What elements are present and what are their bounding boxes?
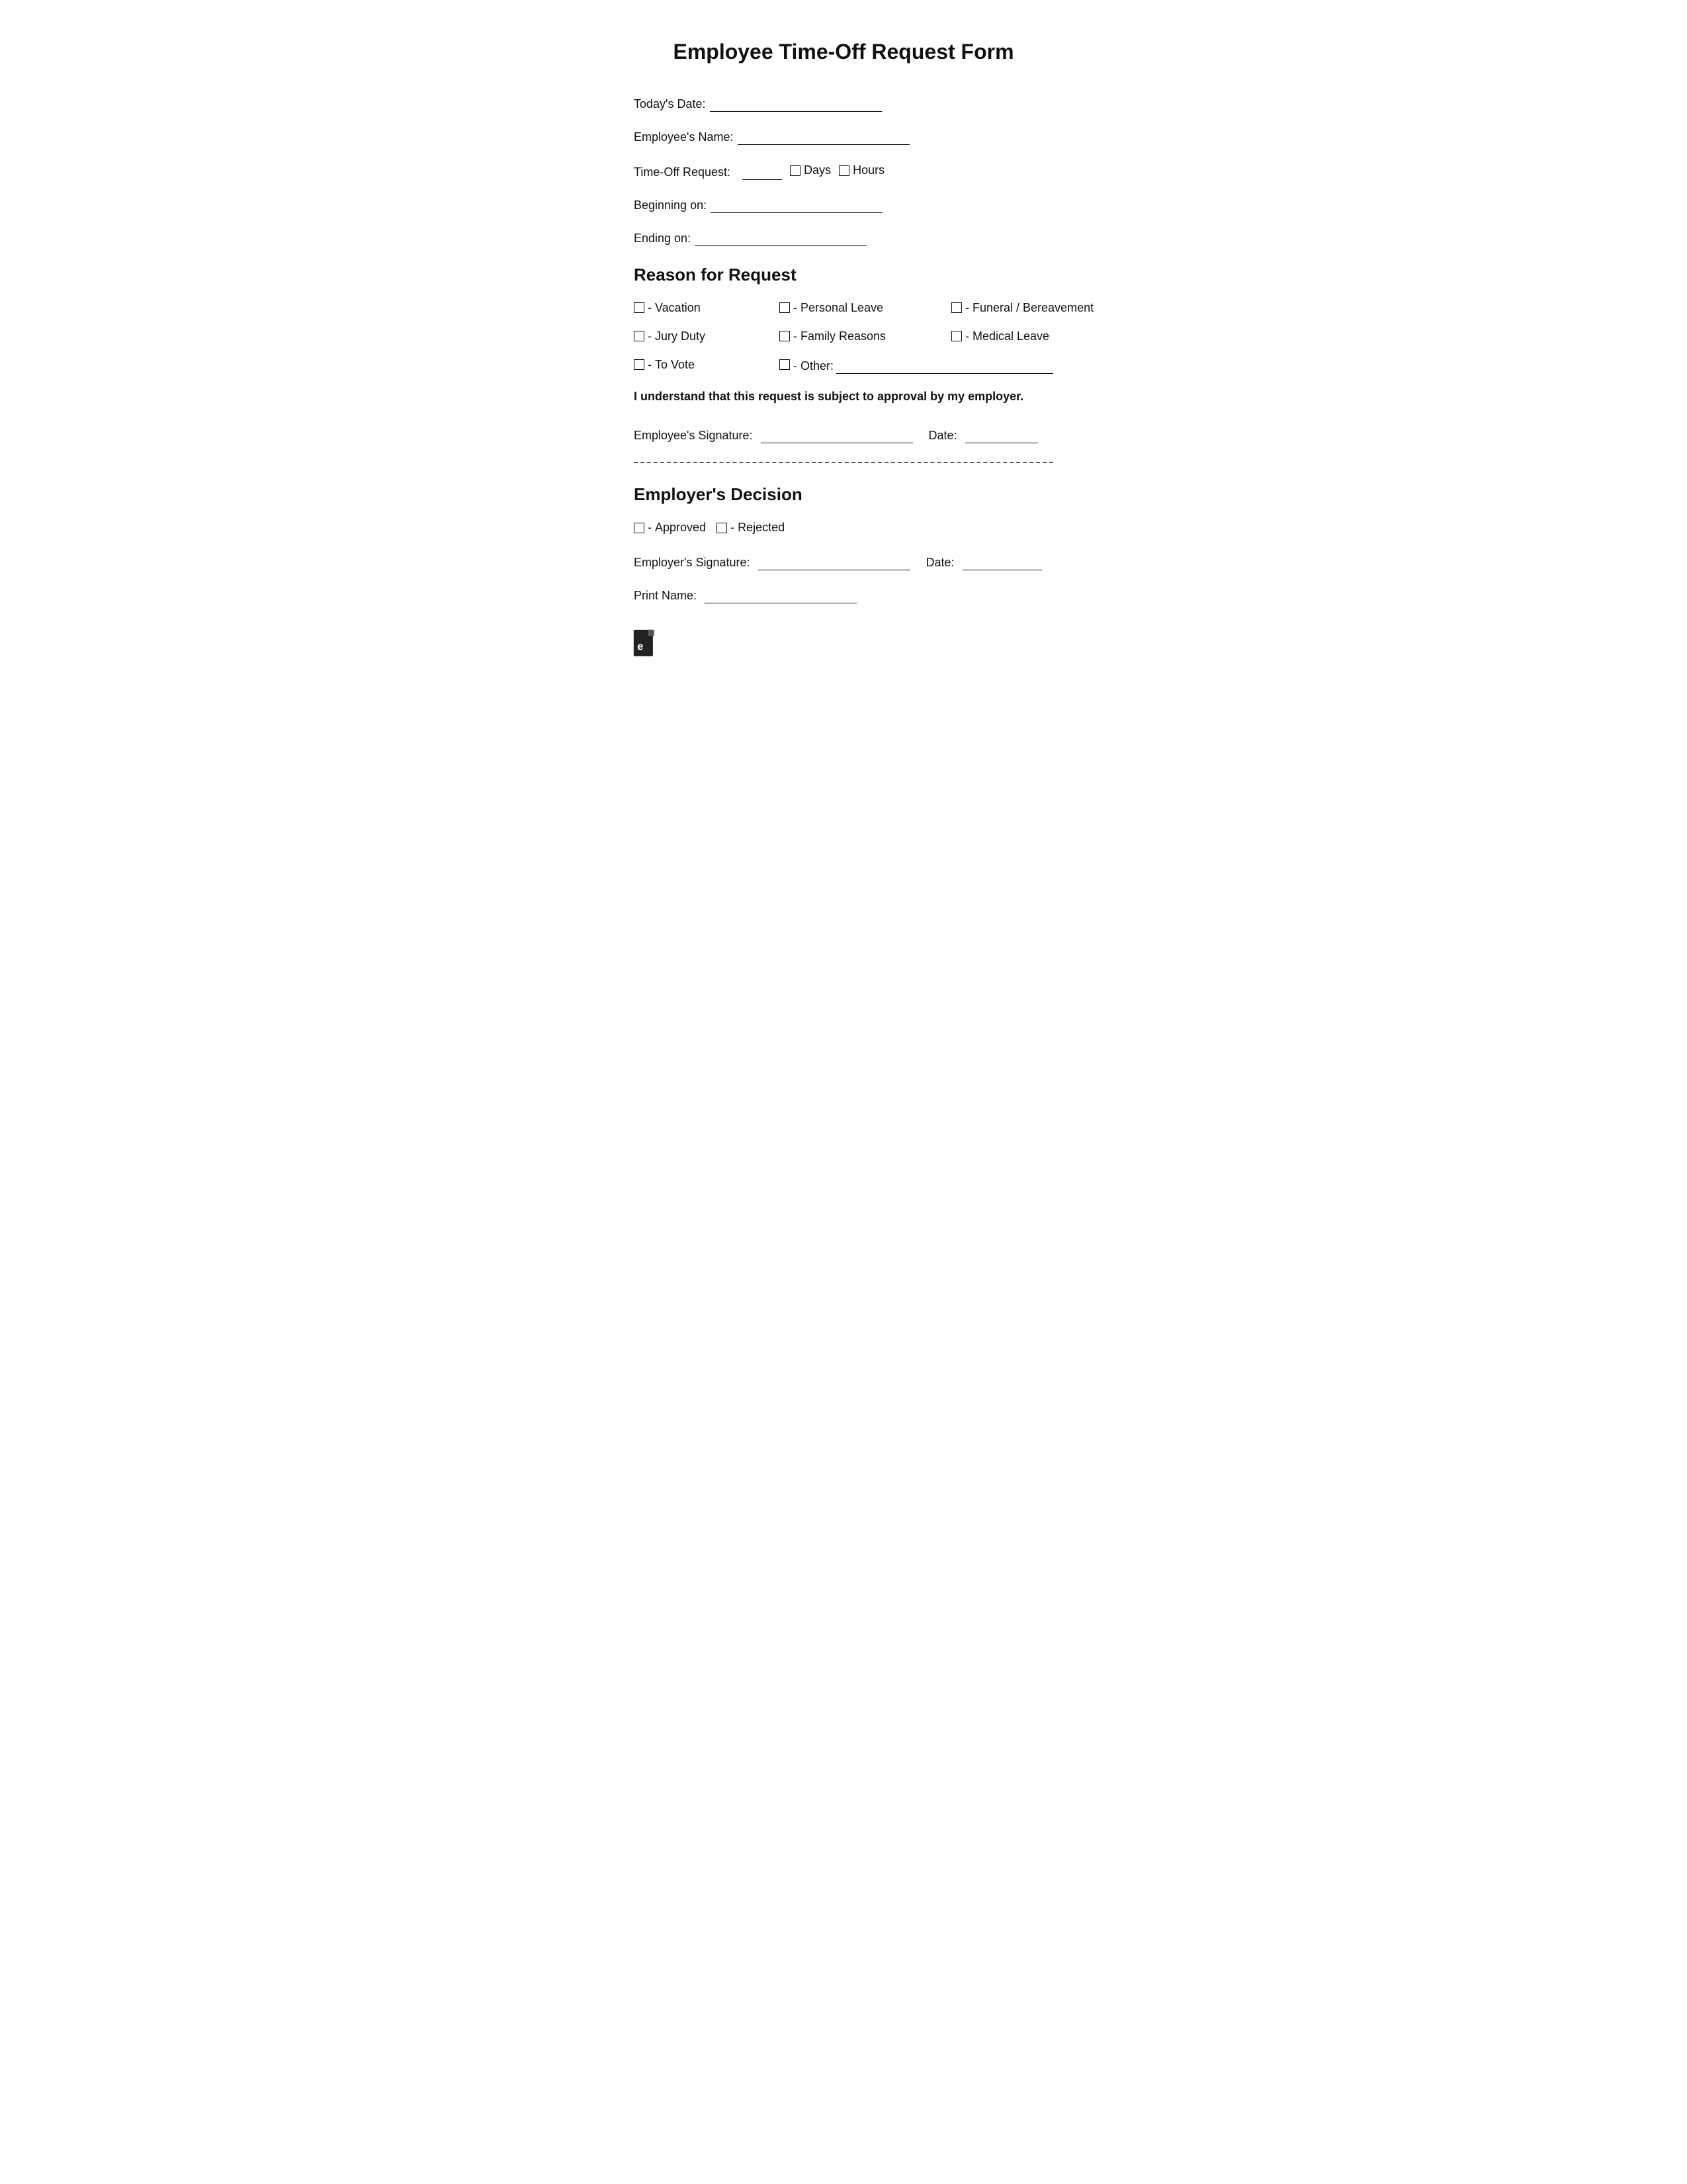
print-name-label: Print Name: xyxy=(634,589,697,603)
vacation-dash: - xyxy=(648,301,652,315)
ending-on-field: Ending on: xyxy=(634,232,1053,246)
medical-leave-checkbox[interactable] xyxy=(951,331,962,341)
medical-leave-item: - Medical Leave xyxy=(951,329,1123,343)
employee-sig-input[interactable] xyxy=(761,429,913,443)
print-name-row: Print Name: xyxy=(634,589,1053,603)
to-vote-dash: - xyxy=(648,358,652,372)
page: Employee Time-Off Request Form Today's D… xyxy=(581,0,1106,681)
employee-sig-group: Employee's Signature: xyxy=(634,429,913,443)
funeral-dash: - xyxy=(965,301,969,315)
hours-label: Hours xyxy=(853,163,885,177)
svg-text:e: e xyxy=(637,641,643,653)
reason-row-2: - Jury Duty - Family Reasons - Medical L… xyxy=(634,329,1053,343)
employee-date-input[interactable] xyxy=(965,429,1038,443)
beginning-on-label: Beginning on: xyxy=(634,198,707,212)
beginning-on-input[interactable] xyxy=(711,198,883,213)
funeral-checkbox[interactable] xyxy=(951,302,962,313)
employee-signature-row: Employee's Signature: Date: xyxy=(634,429,1053,443)
employee-date-group: Date: xyxy=(929,429,1038,443)
print-name-input[interactable] xyxy=(705,589,857,603)
to-vote-checkbox[interactable] xyxy=(634,359,644,370)
timeoff-request-row: Time-Off Request: Days Hours xyxy=(634,163,1053,180)
rejected-dash: - xyxy=(730,521,734,535)
other-item: - Other: xyxy=(779,359,1053,374)
family-reasons-item: - Family Reasons xyxy=(779,329,951,343)
days-label: Days xyxy=(804,163,831,177)
todays-date-input[interactable] xyxy=(710,97,882,112)
hours-checkbox[interactable] xyxy=(839,165,849,176)
rejected-checkbox[interactable] xyxy=(716,523,727,533)
vacation-checkbox[interactable] xyxy=(634,302,644,313)
other-input[interactable] xyxy=(836,359,1053,374)
employer-date-input[interactable] xyxy=(963,556,1042,570)
personal-leave-item: - Personal Leave xyxy=(779,301,951,315)
todays-date-field: Today's Date: xyxy=(634,97,1053,112)
vacation-item: - Vacation xyxy=(634,301,779,315)
employer-decision-heading: Employer's Decision xyxy=(634,484,1053,505)
funeral-label: Funeral / Bereavement xyxy=(973,301,1094,315)
days-checkbox[interactable] xyxy=(790,165,800,176)
approved-checkbox-group[interactable]: - Approved xyxy=(634,521,706,535)
jury-duty-checkbox[interactable] xyxy=(634,331,644,341)
funeral-item: - Funeral / Bereavement xyxy=(951,301,1123,315)
personal-leave-label: Personal Leave xyxy=(800,301,883,315)
to-vote-label: To Vote xyxy=(655,358,695,372)
rejected-label: Rejected xyxy=(738,521,785,535)
jury-duty-label: Jury Duty xyxy=(655,329,705,343)
employer-date-group: Date: xyxy=(926,556,1042,570)
personal-leave-checkbox[interactable] xyxy=(779,302,790,313)
to-vote-item: - To Vote xyxy=(634,358,779,372)
ending-on-label: Ending on: xyxy=(634,232,691,245)
days-checkbox-group[interactable]: Days xyxy=(790,163,831,177)
family-reasons-dash: - xyxy=(793,329,797,343)
jury-duty-item: - Jury Duty xyxy=(634,329,779,343)
approved-label: Approved xyxy=(655,521,706,535)
personal-leave-dash: - xyxy=(793,301,797,315)
employer-sig-group: Employer's Signature: xyxy=(634,556,910,570)
employer-signature-row: Employer's Signature: Date: xyxy=(634,556,1053,570)
timeoff-amount-input[interactable] xyxy=(742,165,782,180)
family-reasons-label: Family Reasons xyxy=(800,329,886,343)
reason-row-3: - To Vote - Other: xyxy=(634,358,1053,374)
approved-rejected-row: - Approved - Rejected xyxy=(634,521,1053,535)
family-reasons-checkbox[interactable] xyxy=(779,331,790,341)
employee-date-label: Date: xyxy=(929,429,957,443)
employee-sig-label: Employee's Signature: xyxy=(634,429,753,443)
approved-dash: - xyxy=(648,521,652,535)
reason-heading: Reason for Request xyxy=(634,265,1053,285)
medical-leave-dash: - xyxy=(965,329,969,343)
employees-name-input[interactable] xyxy=(738,130,910,145)
bottom-logo: e xyxy=(631,629,660,662)
ending-on-input[interactable] xyxy=(695,232,867,246)
employees-name-label: Employee's Name: xyxy=(634,130,734,144)
employer-date-label: Date: xyxy=(926,556,955,570)
other-label: Other: xyxy=(800,359,834,373)
section-divider xyxy=(634,462,1053,463)
hours-checkbox-group[interactable]: Hours xyxy=(839,163,885,177)
other-dash: - xyxy=(793,359,797,373)
rejected-checkbox-group[interactable]: - Rejected xyxy=(716,521,785,535)
beginning-on-field: Beginning on: xyxy=(634,198,1053,213)
reason-row-1: - Vacation - Personal Leave - Funeral / … xyxy=(634,301,1053,315)
employer-sig-input[interactable] xyxy=(758,556,910,570)
medical-leave-label: Medical Leave xyxy=(973,329,1049,343)
page-title: Employee Time-Off Request Form xyxy=(634,40,1053,64)
jury-duty-dash: - xyxy=(648,329,652,343)
other-checkbox[interactable] xyxy=(779,359,790,370)
approved-checkbox[interactable] xyxy=(634,523,644,533)
timeoff-request-label: Time-Off Request: xyxy=(634,165,730,179)
todays-date-label: Today's Date: xyxy=(634,97,706,111)
employees-name-field: Employee's Name: xyxy=(634,130,1053,145)
employer-sig-label: Employer's Signature: xyxy=(634,556,750,570)
disclaimer-text: I understand that this request is subjec… xyxy=(634,388,1053,405)
vacation-label: Vacation xyxy=(655,301,701,315)
